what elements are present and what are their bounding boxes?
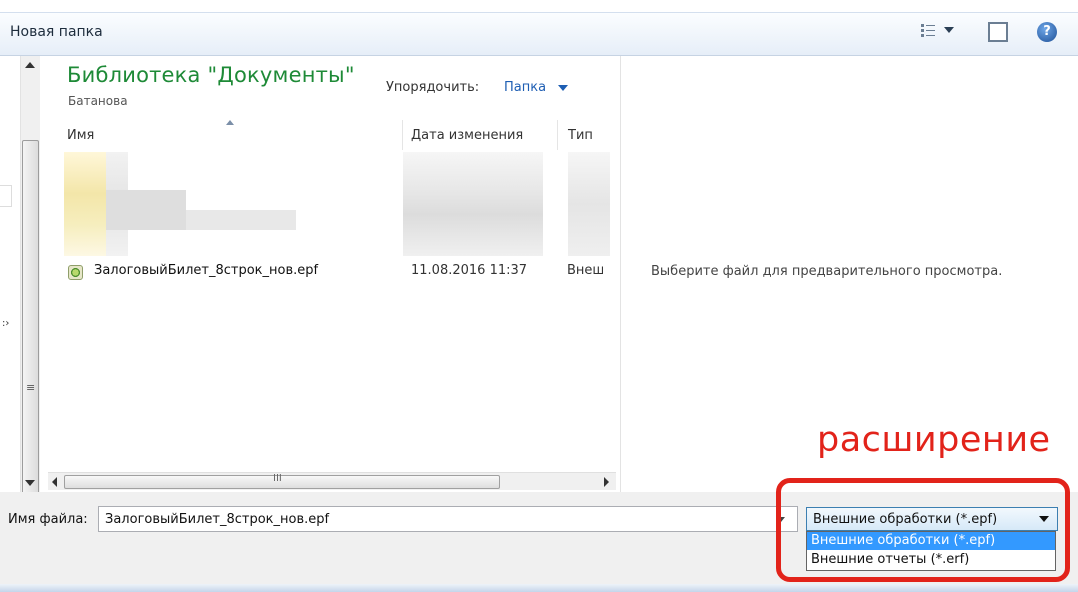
file-type: Внешн [567,263,603,278]
filename-label: Имя файла: [8,512,88,527]
scroll-down-icon[interactable] [25,480,35,486]
preview-divider[interactable] [620,56,621,492]
file-row[interactable]: ЗалоговыйБилет_8строк_нов.epf 11.08.2016… [64,262,620,284]
window-bottom-edge [0,584,1078,592]
sort-ascending-icon [226,120,234,125]
nav-pane-edge [0,185,12,207]
scroll-right-icon[interactable] [604,477,609,487]
column-header-type[interactable]: Тип [568,128,593,143]
file-name: ЗалоговыйБилет_8строк_нов.epf [94,263,319,278]
column-divider[interactable] [402,120,403,150]
library-title: Библиотека "Документы" [67,63,355,87]
arrange-by-label: Упорядочить: [386,80,480,95]
annotation-highlight-box [776,478,1070,582]
library-subtitle: Батанова [68,94,128,108]
arrange-by-dropdown[interactable]: Папка [504,80,546,95]
scroll-left-icon[interactable] [52,477,57,487]
hscroll-thumb[interactable]: III [64,473,500,489]
toolbar: Новая папка ? [0,12,1078,56]
nav-scroll-thumb[interactable]: ≡ [22,140,39,522]
column-divider[interactable] [557,120,558,150]
nav-scrollbar[interactable]: ≡ [20,56,40,522]
arrange-dropdown-arrow-icon[interactable] [558,85,568,91]
new-folder-button[interactable]: Новая папка [10,24,103,40]
filename-input[interactable]: ЗалоговыйБилет_8строк_нов.epf [98,506,798,532]
preview-pane-icon[interactable] [988,22,1008,42]
nav-expand-icon[interactable]: :› [2,318,9,329]
help-icon[interactable]: ? [1037,22,1057,42]
file-date: 11.08.2016 11:37 [411,263,528,278]
column-header-date[interactable]: Дата изменения [411,128,523,143]
epf-file-icon [68,265,83,280]
preview-message: Выберите файл для предварительного просм… [651,264,1003,279]
file-list-hscrollbar[interactable]: III [48,472,616,490]
file-open-dialog: Новая папка ? :› ≡ Библиотека "Документы… [0,0,1078,592]
column-header-name[interactable]: Имя [67,128,94,143]
grip-icon: III [273,473,282,484]
views-icon[interactable] [920,22,936,40]
views-dropdown-arrow-icon[interactable] [944,27,954,33]
grip-icon: ≡ [26,381,36,394]
scroll-up-icon[interactable] [25,62,35,68]
annotation-label: расширение [817,420,1051,460]
